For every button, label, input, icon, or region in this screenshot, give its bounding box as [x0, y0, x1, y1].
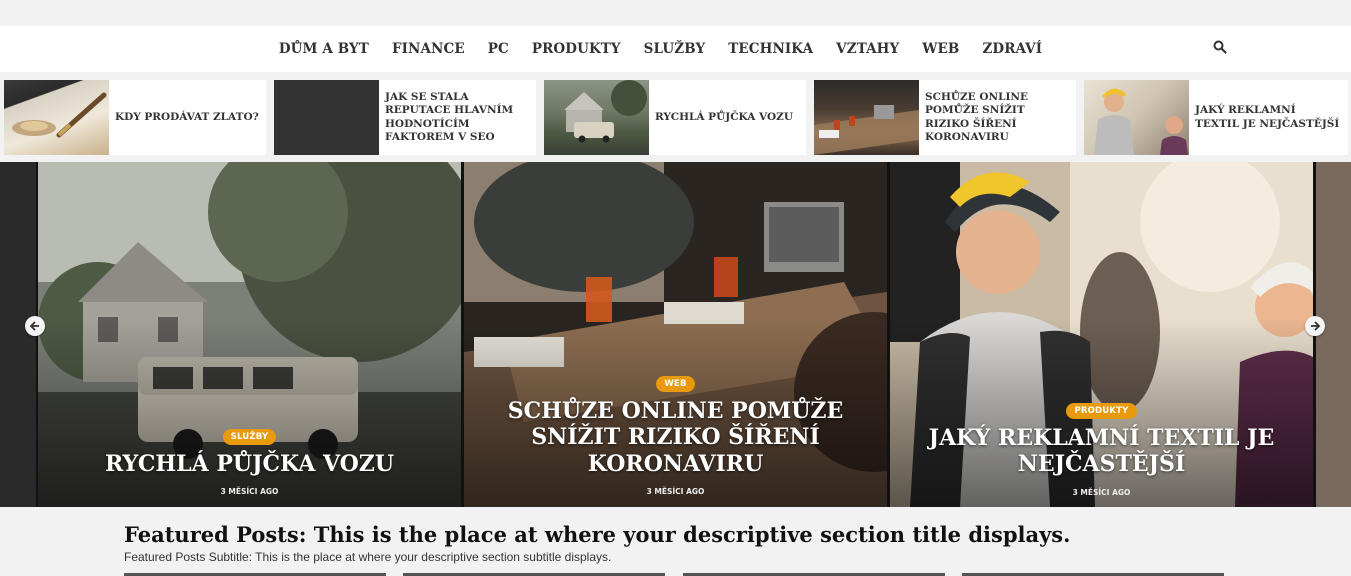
- post-thumbnail: [814, 80, 919, 155]
- slider-next-button[interactable]: [1305, 316, 1325, 336]
- nav-item-vztahy[interactable]: VZTAHY: [825, 41, 911, 57]
- arrow-right-icon: [1311, 321, 1321, 331]
- nav-item-finance[interactable]: FINANCE: [380, 41, 476, 57]
- category-badge[interactable]: PRODUKTY: [1066, 403, 1137, 419]
- nav-item-pc[interactable]: PC: [476, 41, 520, 57]
- ticker-title: KDY PRODÁVAT ZLATO?: [115, 110, 259, 123]
- featured-slider: SLUŽBY RYCHLÁ PŮJČKA VOZU 3 MĚSÍCI AGO W…: [0, 162, 1351, 507]
- nav-item-produkty[interactable]: PRODUKTY: [520, 41, 632, 57]
- ticker-title: SCHŮZE ONLINE POMŮŽE SNÍŽIT RIZIKO ŠÍŘEN…: [925, 91, 1028, 143]
- slide-caption: WEB SCHŮZE ONLINE POMŮŽE SNÍŽIT RIZIKO Š…: [464, 371, 887, 496]
- slide-title[interactable]: RYCHLÁ PŮJČKA VOZU: [38, 451, 461, 477]
- ticker-card[interactable]: SCHŮZE ONLINE POMŮŽE SNÍŽIT RIZIKO ŠÍŘEN…: [814, 80, 1076, 155]
- slide[interactable]: PRODUKTY JAKÝ REKLAMNÍ TEXTIL JE NEJČAST…: [890, 162, 1313, 507]
- post-thumbnail: [544, 80, 649, 155]
- nav-item-web[interactable]: WEB: [911, 41, 971, 57]
- nav-item-zdravi[interactable]: ZDRAVÍ: [971, 41, 1054, 57]
- slide[interactable]: SLUŽBY RYCHLÁ PŮJČKA VOZU 3 MĚSÍCI AGO: [38, 162, 461, 507]
- slide-date: 3 MĚSÍCI AGO: [1072, 487, 1131, 497]
- ticker-card[interactable]: KDY PRODÁVAT ZLATO?: [4, 80, 266, 155]
- ticker-card[interactable]: JAK SE STALA REPUTACE HLAVNÍM HODNOTÍCÍM…: [274, 80, 536, 155]
- slide-partial: [1316, 162, 1351, 507]
- nav-item-sluzby[interactable]: SLUŽBY: [632, 41, 717, 57]
- post-thumbnail: [1084, 80, 1189, 155]
- ticker-card[interactable]: RYCHLÁ PŮJČKA VOZU: [544, 80, 806, 155]
- category-badge[interactable]: WEB: [656, 376, 695, 392]
- slide-title[interactable]: SCHŮZE ONLINE POMŮŽE SNÍŽIT RIZIKO ŠÍŘEN…: [464, 398, 887, 477]
- featured-section-subtitle: Featured Posts Subtitle: This is the pla…: [124, 550, 612, 564]
- nav-menu: DŮM A BYT FINANCE PC PRODUKTY SLUŽBY TEC…: [267, 41, 1053, 57]
- post-ticker: KDY PRODÁVAT ZLATO? JAK SE STALA REPUTAC…: [0, 80, 1351, 156]
- ticker-title: JAK SE STALA REPUTACE HLAVNÍM HODNOTÍCÍM…: [385, 91, 514, 143]
- slider-prev-button[interactable]: [25, 316, 45, 336]
- ticker-title: JAKÝ REKLAMNÍ TEXTIL JE NEJČASTĚJŠÍ: [1195, 104, 1340, 130]
- ticker-card[interactable]: JAKÝ REKLAMNÍ TEXTIL JE NEJČASTĚJŠÍ: [1084, 80, 1348, 155]
- slide-caption: SLUŽBY RYCHLÁ PŮJČKA VOZU 3 MĚSÍCI AGO: [38, 424, 461, 496]
- slide-caption: PRODUKTY JAKÝ REKLAMNÍ TEXTIL JE NEJČAST…: [890, 398, 1313, 497]
- ticker-title: RYCHLÁ PŮJČKA VOZU: [655, 110, 793, 123]
- nav-item-technika[interactable]: TECHNIKA: [717, 41, 825, 57]
- arrow-left-icon: [29, 321, 39, 331]
- main-navigation: DŮM A BYT FINANCE PC PRODUKTY SLUŽBY TEC…: [0, 26, 1351, 72]
- category-badge[interactable]: SLUŽBY: [222, 429, 277, 445]
- slide-title[interactable]: JAKÝ REKLAMNÍ TEXTIL JE NEJČASTĚJŠÍ: [890, 425, 1313, 478]
- nav-item-dum-a-byt[interactable]: DŮM A BYT: [267, 41, 380, 57]
- featured-section-title: Featured Posts: This is the place at whe…: [124, 522, 1071, 547]
- slide[interactable]: WEB SCHŮZE ONLINE POMŮŽE SNÍŽIT RIZIKO Š…: [464, 162, 887, 507]
- slide-date: 3 MĚSÍCI AGO: [220, 487, 279, 497]
- post-thumbnail: [4, 80, 109, 155]
- post-thumbnail: [274, 80, 379, 155]
- slide-date: 3 MĚSÍCI AGO: [646, 487, 705, 497]
- search-icon[interactable]: [1213, 40, 1227, 54]
